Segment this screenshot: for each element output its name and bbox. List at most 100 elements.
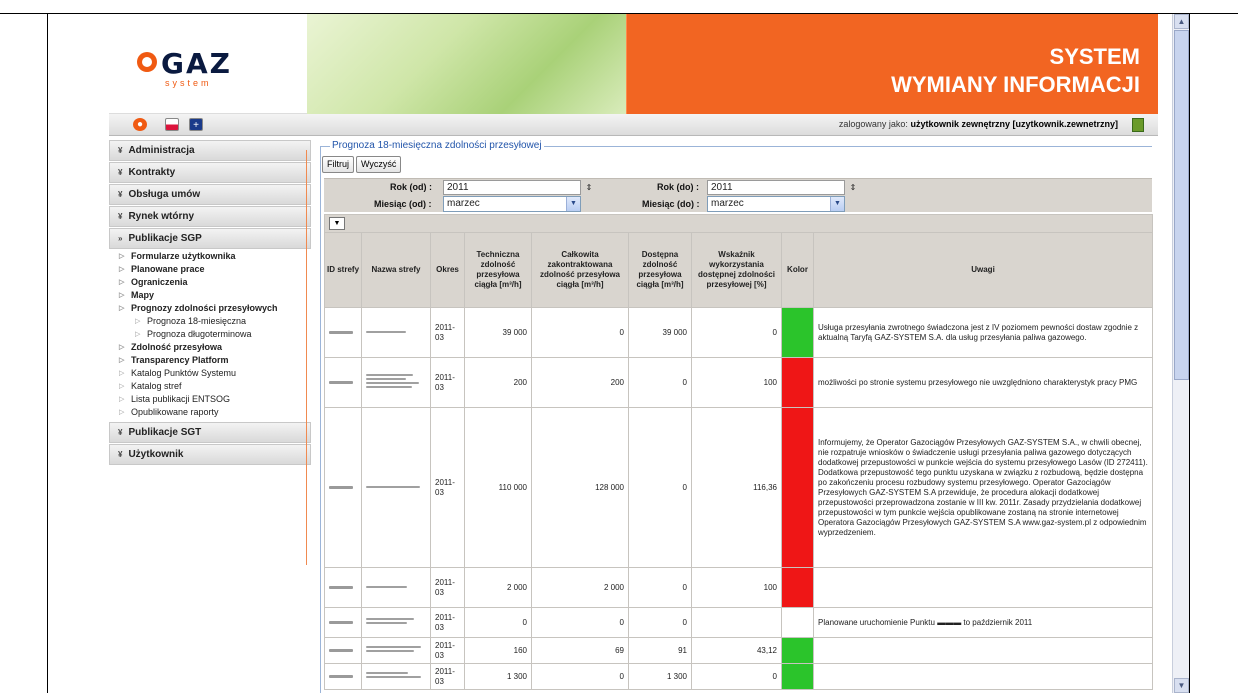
sidebar-subitem[interactable]: ▷ Ograniczenia	[109, 276, 311, 289]
cell-dostepna: 1 300	[628, 663, 692, 690]
column-chooser-cell: ▼	[323, 214, 1154, 233]
col-header-techniczna[interactable]: Techniczna zdolność przesyłowa ciągła [m…	[464, 232, 532, 308]
logout-icon[interactable]	[1132, 118, 1144, 132]
col-header-okres[interactable]: Okres	[430, 232, 465, 308]
bullet-icon: ▷	[119, 344, 125, 351]
cell-uwagi: możliwości po stronie systemu przesyłowe…	[812, 357, 1154, 408]
sidebar-subitem[interactable]: ▷ Formularze użytkownika	[109, 250, 311, 263]
filter-button[interactable]: Filtruj	[322, 156, 354, 173]
sidebar-subitem[interactable]: ▷ Planowane prace	[109, 263, 311, 276]
sidebar-subitem[interactable]: ▷ Lista publikacji ENTSOG	[109, 393, 311, 406]
sidebar-subitem-label: Prognoza długoterminowa	[147, 329, 252, 339]
cell-id	[324, 607, 362, 638]
bullet-icon: ▷	[119, 305, 125, 312]
system-subtitle: WYMIANY INFORMACJI	[891, 72, 1140, 97]
table-row[interactable]: 2011-03 0 0 0 Planowane uruchomienie Punktu …	[324, 607, 1154, 638]
table-row[interactable]: 2011-03 200 200 0 100 możliwości po stronie s…	[324, 357, 1154, 408]
sgp-submenu: ▷ Formularze użytkownika ▷ Planowane prace ▷…	[109, 250, 311, 419]
table-row[interactable]: 2011-03 1 300 0 1 300 0	[324, 663, 1154, 690]
polish-flag-icon[interactable]	[165, 118, 179, 131]
sidebar-section-obsluga-umow[interactable]: ¥ Obsługa umów	[109, 184, 311, 205]
sidebar-subitem[interactable]: ▷ Transparency Platform	[109, 354, 311, 367]
cell-id	[324, 567, 362, 608]
table-row[interactable]: 2011-03 160 69 91 43,12	[324, 637, 1154, 664]
column-chooser-dropdown-icon[interactable]: ▼	[329, 217, 345, 230]
toolbar: ● + zalogowany jako: użytkownik zewnętrz…	[109, 114, 1158, 136]
miesiac-od-value: marzec	[447, 198, 480, 209]
cell-techniczna: 200	[464, 357, 532, 408]
cell-nazwa	[361, 637, 431, 664]
table-row[interactable]: 2011-03 110 000 128 000 0 116,36 Informujemy,…	[324, 407, 1154, 568]
sidebar-subitem[interactable]: ▷ Prognoza 18-miesięczna	[109, 315, 311, 328]
redacted-id	[329, 620, 353, 624]
table-row[interactable]: 2011-03 39 000 0 39 000 0 Usługa przesyłania …	[324, 307, 1154, 358]
cell-zakontraktowana: 200	[531, 357, 629, 408]
redacted-name	[366, 584, 426, 590]
sidebar-subitem[interactable]: ▷ Katalog Punktów Systemu	[109, 367, 311, 380]
cell-dostepna: 0	[628, 567, 692, 608]
cell-uwagi: Usługa przesyłania zwrotnego świadczona …	[812, 307, 1154, 358]
scroll-down-icon[interactable]: ▼	[1174, 678, 1189, 693]
cell-uwagi	[812, 663, 1154, 690]
scroll-up-icon[interactable]: ▲	[1174, 14, 1189, 29]
chevron-down-icon[interactable]: ▼	[566, 197, 580, 211]
cell-kolor-swatch	[781, 663, 814, 690]
miesiac-do-value: marzec	[711, 198, 744, 209]
table-row[interactable]: 2011-03 2 000 2 000 0 100	[324, 567, 1154, 608]
cell-wskaznik: 100	[691, 567, 782, 608]
rok-do-field[interactable]: 2011	[707, 180, 845, 195]
sidebar-subitem[interactable]: ▷ Katalog stref	[109, 380, 311, 393]
cell-wskaznik: 43,12	[691, 637, 782, 664]
english-flag-icon[interactable]: +	[189, 118, 203, 131]
col-header-id[interactable]: ID strefy	[324, 232, 362, 308]
cell-uwagi: Planowane uruchomienie Punktu ▬▬▬ to paź…	[812, 607, 1154, 638]
sidebar-section-uzytkownik[interactable]: ¥ Użytkownik	[109, 444, 311, 465]
cell-id	[324, 637, 362, 664]
rok-do-spinner-icon[interactable]: ⇕	[848, 180, 858, 195]
sidebar-subitem[interactable]: ▷ Mapy	[109, 289, 311, 302]
chevron-double-down-icon: ¥	[118, 168, 123, 177]
chevron-double-right-icon: »	[118, 234, 123, 243]
col-header-zakontraktowana[interactable]: Całkowita zakontraktowana zdolność przes…	[531, 232, 629, 308]
vertical-scrollbar[interactable]: ▲ ▼	[1172, 14, 1189, 693]
bullet-icon: ▷	[119, 357, 125, 364]
sidebar-section-publikacje-sgp[interactable]: » Publikacje SGP	[109, 228, 311, 249]
sidebar-section-rynek-wtorny[interactable]: ¥ Rynek wtórny	[109, 206, 311, 227]
col-header-dostepna[interactable]: Dostępna zdolność przesyłowa ciągła [m³/…	[628, 232, 692, 308]
clear-button[interactable]: Wyczyść	[356, 156, 402, 173]
cell-okres: 2011-03	[430, 567, 465, 608]
redacted-id	[329, 674, 353, 678]
cell-id	[324, 307, 362, 358]
rok-od-spinner-icon[interactable]: ⇕	[584, 180, 594, 195]
sidebar-subitem[interactable]: ▷ Opublikowane raporty	[109, 406, 311, 419]
home-icon[interactable]: ●	[133, 118, 147, 131]
col-header-wskaznik[interactable]: Wskaźnik wykorzystania dostępnej zdolnoś…	[691, 232, 782, 308]
cell-wskaznik: 116,36	[691, 407, 782, 568]
cell-dostepna: 0	[628, 607, 692, 638]
sidebar-subitem[interactable]: ▷ Prognozy zdolności przesyłowych	[109, 302, 299, 315]
scrollbar-thumb[interactable]	[1174, 30, 1189, 380]
sidebar-subitem[interactable]: ▷ Prognoza długoterminowa	[109, 328, 311, 341]
col-header-nazwa[interactable]: Nazwa strefy	[361, 232, 431, 308]
chevron-double-down-icon: ¥	[118, 190, 123, 199]
sidebar-subitem[interactable]: ▷ Zdolność przesyłowa	[109, 341, 311, 354]
rok-od-field[interactable]: 2011	[443, 180, 581, 195]
miesiac-od-select[interactable]: marzec ▼	[443, 196, 581, 212]
logo[interactable]: GAZ system	[109, 14, 307, 114]
login-user: użytkownik zewnętrzny [uzytkownik.zewnet…	[910, 119, 1118, 129]
sidebar-section-publikacje-sgt[interactable]: ¥ Publikacje SGT	[109, 422, 311, 443]
col-header-kolor[interactable]: Kolor	[781, 232, 814, 308]
cell-techniczna: 0	[464, 607, 532, 638]
chevron-double-down-icon: ¥	[118, 146, 123, 155]
sidebar-section-administracja[interactable]: ¥ Administracja	[109, 140, 311, 161]
miesiac-do-select[interactable]: marzec ▼	[707, 196, 845, 212]
cell-id	[324, 357, 362, 408]
header-title-panel: SYSTEM WYMIANY INFORMACJI	[626, 14, 1158, 114]
sidebar-section-kontrakty[interactable]: ¥ Kontrakty	[109, 162, 311, 183]
filter-panel: Rok (od) : 2011 ⇕ Rok (do) : 2011 ⇕ Mies…	[324, 178, 1152, 212]
cell-wskaznik: 0	[691, 663, 782, 690]
cell-dostepna: 0	[628, 407, 692, 568]
chevron-down-icon[interactable]: ▼	[830, 197, 844, 211]
sidebar-divider	[306, 150, 307, 565]
col-header-uwagi[interactable]: Uwagi	[812, 232, 1154, 308]
